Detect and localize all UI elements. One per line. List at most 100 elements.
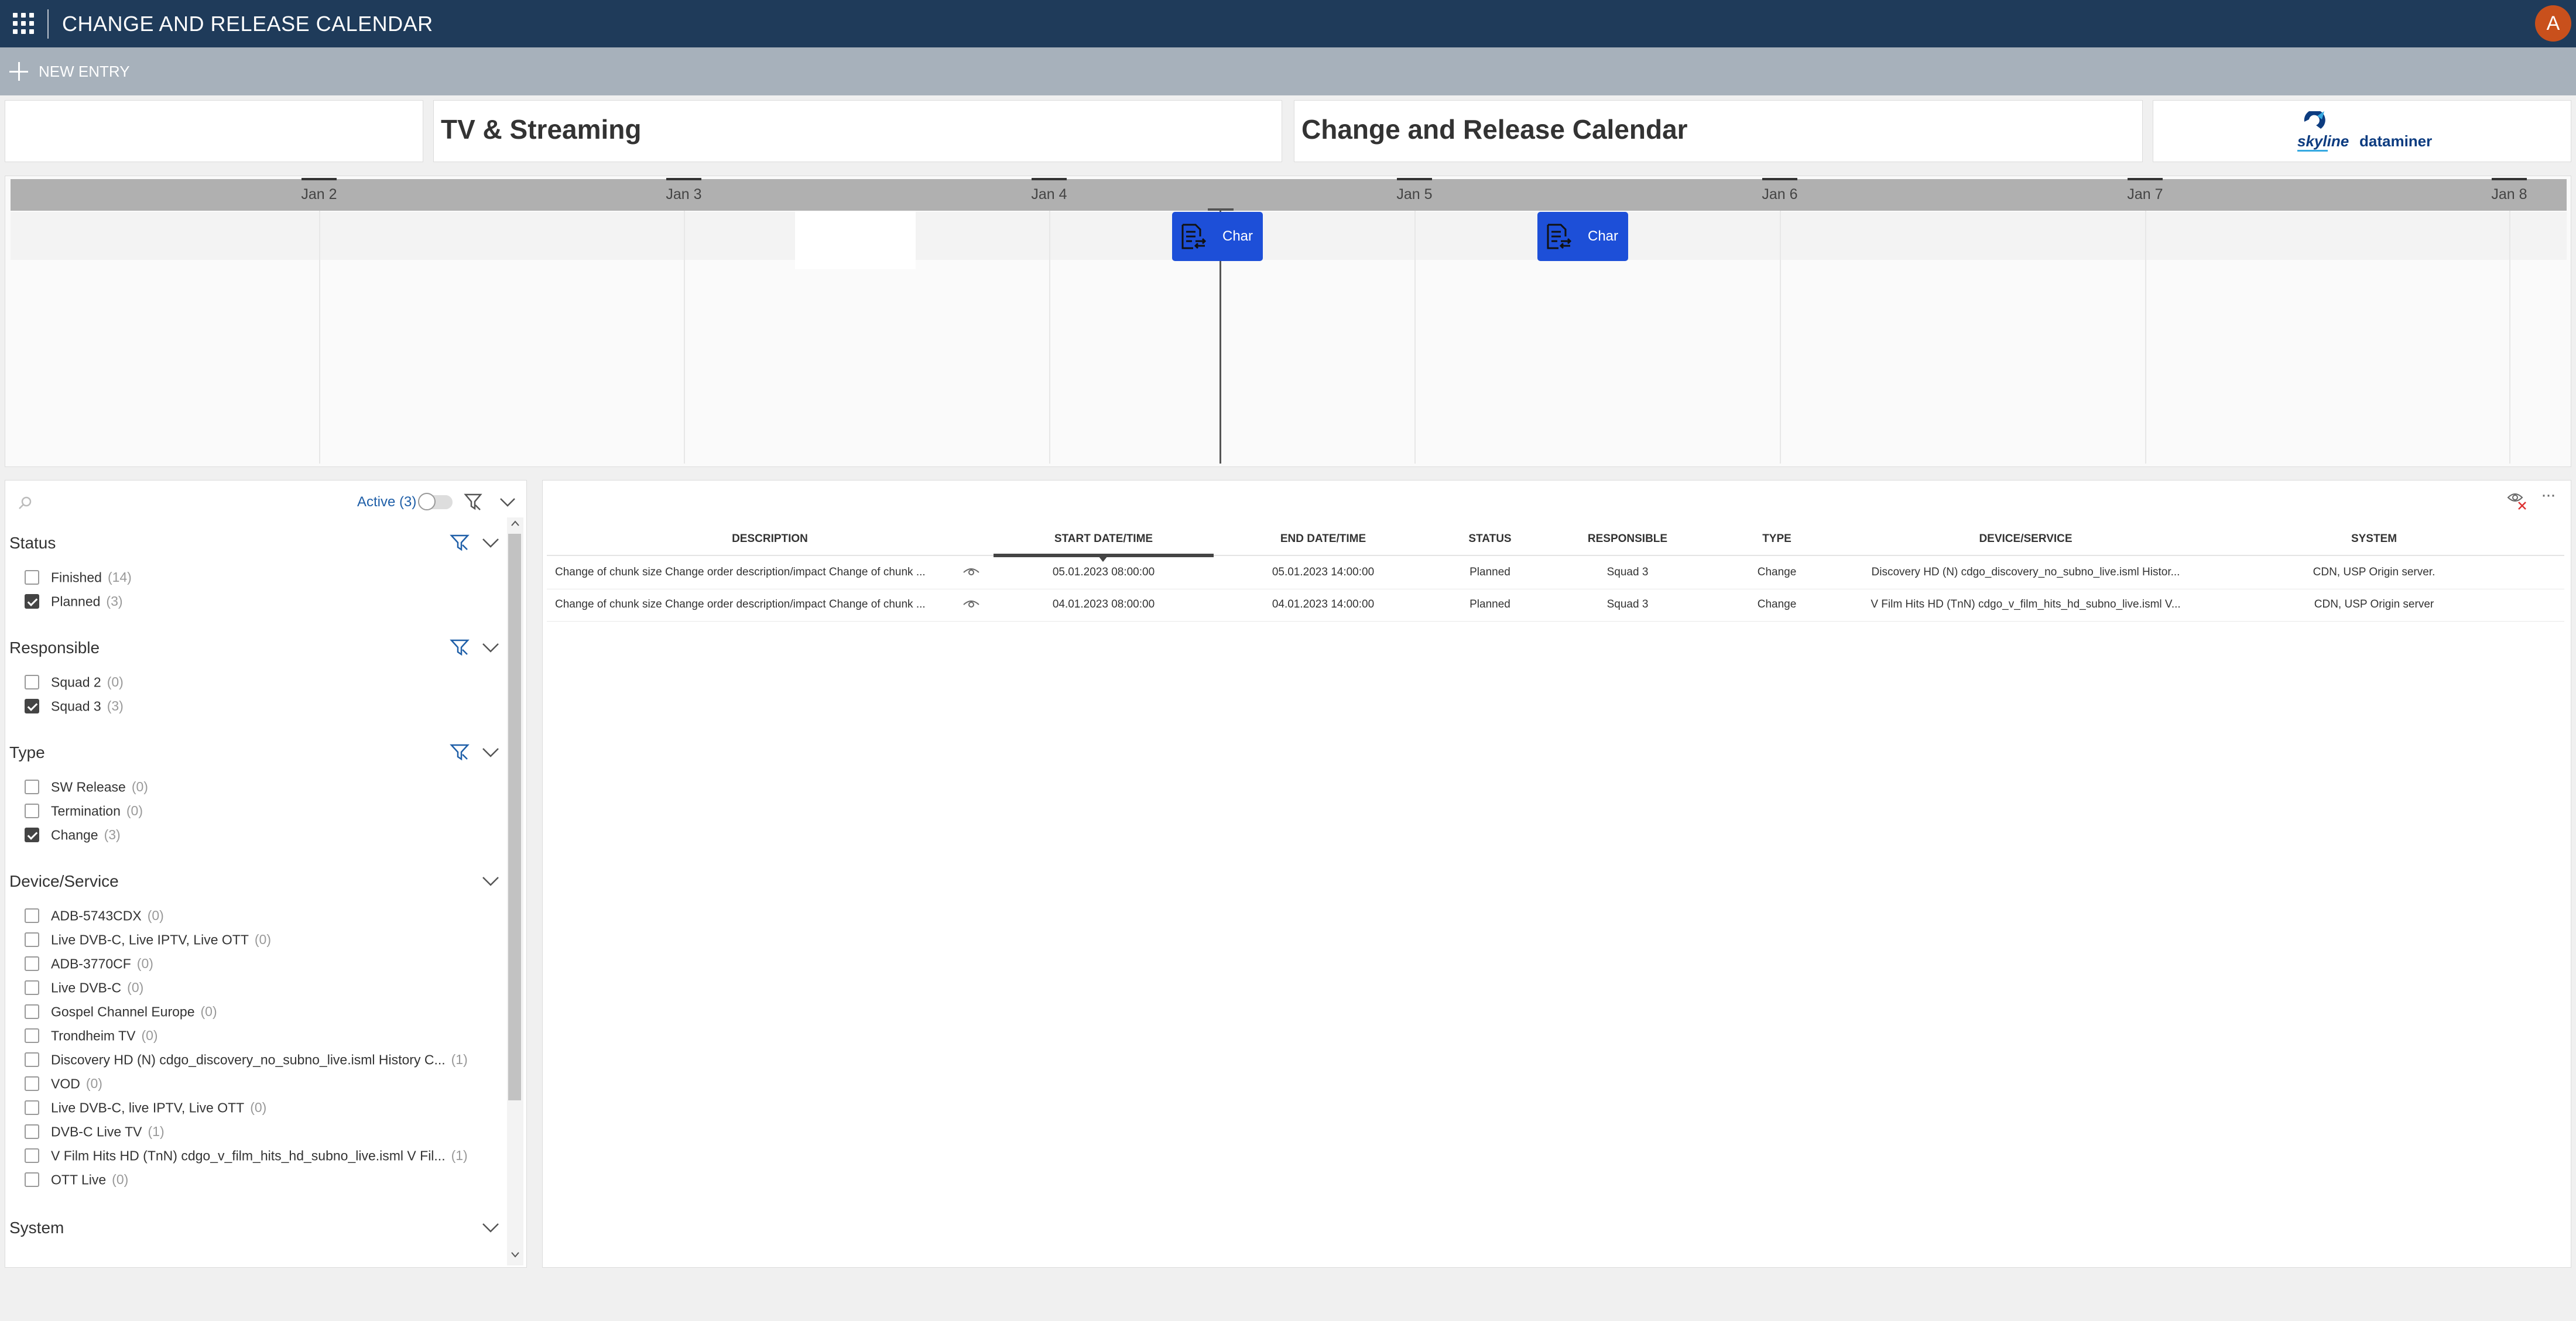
column-header-description[interactable]: DESCRIPTION bbox=[662, 533, 878, 545]
filter-section-status[interactable]: Status bbox=[9, 534, 56, 553]
table-cell-start[interactable]: 04.01.2023 08:00:00 bbox=[994, 598, 1214, 611]
checkbox[interactable] bbox=[25, 1004, 39, 1020]
filter-option-device[interactable]: Live DVB-C, live IPTV, Live OTT (0) bbox=[25, 1099, 266, 1123]
table-cell-type[interactable]: Change bbox=[1733, 598, 1821, 611]
eye-icon[interactable] bbox=[962, 598, 980, 609]
filter-icon[interactable] bbox=[450, 743, 470, 761]
filter-option-device[interactable]: Live DVB-C, Live IPTV, Live OTT (0) bbox=[25, 931, 271, 955]
table-cell-type[interactable]: Change bbox=[1733, 566, 1821, 579]
clear-filter-icon[interactable] bbox=[464, 492, 482, 511]
filter-option-change[interactable]: Change (3) bbox=[25, 826, 121, 850]
chevron-down-icon[interactable] bbox=[481, 744, 500, 761]
timeline-event[interactable]: Char bbox=[1537, 212, 1628, 261]
filter-option-count: (0) bbox=[200, 1004, 217, 1020]
app-grid-icon[interactable] bbox=[13, 13, 34, 34]
filter-option-count: (0) bbox=[85, 1076, 102, 1092]
column-header-status[interactable]: STATUS bbox=[1440, 533, 1540, 545]
user-avatar[interactable]: A bbox=[2535, 5, 2571, 42]
more-options-icon[interactable]: ··· bbox=[2541, 486, 2562, 506]
table-cell-status[interactable]: Planned bbox=[1440, 598, 1540, 611]
checkbox-checked[interactable] bbox=[25, 594, 39, 609]
filter-option-count: (0) bbox=[136, 956, 153, 972]
filter-option-squad-2[interactable]: Squad 2 (0) bbox=[25, 674, 124, 697]
checkbox-checked[interactable] bbox=[25, 828, 39, 843]
filter-icon[interactable] bbox=[450, 638, 470, 657]
checkbox-checked[interactable] bbox=[25, 699, 39, 714]
eye-icon[interactable] bbox=[962, 565, 980, 577]
filter-option-device[interactable]: VOD (0) bbox=[25, 1075, 102, 1099]
checkbox[interactable] bbox=[25, 1028, 39, 1044]
filter-option-device[interactable]: V Film Hits HD (TnN) cdgo_v_film_hits_hd… bbox=[25, 1147, 468, 1171]
filter-option-termination[interactable]: Termination (0) bbox=[25, 802, 143, 826]
timeline-event[interactable]: Char bbox=[1172, 212, 1263, 261]
checkbox[interactable] bbox=[25, 932, 39, 948]
table-cell-description[interactable]: Change of chunk size Change order descri… bbox=[555, 566, 959, 579]
chevron-down-icon[interactable] bbox=[481, 1220, 500, 1236]
filter-option-count: (14) bbox=[107, 569, 132, 585]
filter-option-device[interactable]: Trondheim TV (0) bbox=[25, 1027, 158, 1051]
filter-option-finished[interactable]: Finished (14) bbox=[25, 569, 132, 592]
checkbox[interactable] bbox=[25, 980, 39, 996]
active-toggle-knob[interactable] bbox=[418, 493, 436, 510]
filter-icon[interactable] bbox=[450, 533, 470, 552]
table-cell-device[interactable]: V Film Hits HD (TnN) cdgo_v_film_hits_hd… bbox=[1862, 598, 2190, 611]
filter-option-sw-release[interactable]: SW Release (0) bbox=[25, 778, 148, 802]
checkbox[interactable] bbox=[25, 675, 39, 690]
table-cell-start[interactable]: 05.01.2023 08:00:00 bbox=[994, 566, 1214, 579]
table-cell-description[interactable]: Change of chunk size Change order descri… bbox=[555, 598, 959, 611]
checkbox[interactable] bbox=[25, 1076, 39, 1092]
chevron-down-icon[interactable] bbox=[481, 535, 500, 551]
checkbox[interactable] bbox=[25, 570, 39, 585]
filter-section-type[interactable]: Type bbox=[9, 743, 45, 762]
chevron-down-icon[interactable] bbox=[481, 640, 500, 656]
table-cell-system[interactable]: CDN, USP Origin server bbox=[2272, 598, 2476, 611]
filter-option-planned[interactable]: Planned (3) bbox=[25, 593, 123, 616]
table-cell-responsible[interactable]: Squad 3 bbox=[1569, 566, 1686, 579]
chevron-down-icon[interactable] bbox=[499, 495, 516, 509]
column-header-start[interactable]: START DATE/TIME bbox=[994, 533, 1214, 545]
plus-icon[interactable] bbox=[9, 62, 28, 81]
checkbox[interactable] bbox=[25, 1148, 39, 1164]
checkbox[interactable] bbox=[25, 804, 39, 819]
table-cell-status[interactable]: Planned bbox=[1440, 566, 1540, 579]
filter-option-squad-3[interactable]: Squad 3 (3) bbox=[25, 698, 124, 721]
scroll-down-icon[interactable] bbox=[511, 1248, 520, 1261]
filter-option-device[interactable]: OTT Live (0) bbox=[25, 1171, 128, 1195]
table-cell-responsible[interactable]: Squad 3 bbox=[1569, 598, 1686, 611]
filter-section-device-service[interactable]: Device/Service bbox=[9, 872, 119, 891]
filter-option-device[interactable]: ADB-3770CF (0) bbox=[25, 955, 153, 979]
table-cell-end[interactable]: 05.01.2023 14:00:00 bbox=[1235, 566, 1411, 579]
filter-option-device[interactable]: ADB-5743CDX (0) bbox=[25, 907, 164, 931]
filter-option-count: (1) bbox=[148, 1124, 165, 1140]
filter-option-device[interactable]: Live DVB-C (0) bbox=[25, 979, 143, 1003]
column-header-system[interactable]: SYSTEM bbox=[2272, 533, 2476, 545]
filter-option-device[interactable]: DVB-C Live TV (1) bbox=[25, 1123, 165, 1147]
table-cell-system[interactable]: CDN, USP Origin server. bbox=[2272, 566, 2476, 579]
column-header-device[interactable]: DEVICE/SERVICE bbox=[1897, 533, 2154, 545]
checkbox[interactable] bbox=[25, 1100, 39, 1116]
table-cell-end[interactable]: 04.01.2023 14:00:00 bbox=[1235, 598, 1411, 611]
filter-scrollbar-thumb[interactable] bbox=[508, 534, 521, 1100]
column-header-responsible[interactable]: RESPONSIBLE bbox=[1569, 533, 1686, 545]
checkbox[interactable] bbox=[25, 956, 39, 972]
hide-columns-icon[interactable] bbox=[2506, 489, 2530, 514]
search-icon[interactable] bbox=[18, 495, 33, 510]
scroll-up-icon[interactable] bbox=[511, 517, 520, 530]
checkbox[interactable] bbox=[25, 1124, 39, 1140]
checkbox[interactable] bbox=[25, 780, 39, 795]
checkbox[interactable] bbox=[25, 908, 39, 924]
column-header-type[interactable]: TYPE bbox=[1733, 533, 1821, 545]
filter-section-system[interactable]: System bbox=[9, 1219, 64, 1237]
checkbox[interactable] bbox=[25, 1172, 39, 1188]
table-cell-device[interactable]: Discovery HD (N) cdgo_discovery_no_subno… bbox=[1862, 566, 2190, 579]
column-header-end[interactable]: END DATE/TIME bbox=[1235, 533, 1411, 545]
timeline-gridline bbox=[319, 211, 320, 464]
chevron-down-icon[interactable] bbox=[481, 873, 500, 890]
filter-option-count: (0) bbox=[127, 980, 144, 996]
checkbox[interactable] bbox=[25, 1052, 39, 1068]
timeline-axis[interactable] bbox=[11, 179, 2567, 211]
filter-section-responsible[interactable]: Responsible bbox=[9, 639, 100, 657]
new-entry-button[interactable]: NEW ENTRY bbox=[39, 61, 130, 82]
filter-option-device[interactable]: Gospel Channel Europe (0) bbox=[25, 1003, 217, 1027]
filter-option-device[interactable]: Discovery HD (N) cdgo_discovery_no_subno… bbox=[25, 1051, 468, 1075]
